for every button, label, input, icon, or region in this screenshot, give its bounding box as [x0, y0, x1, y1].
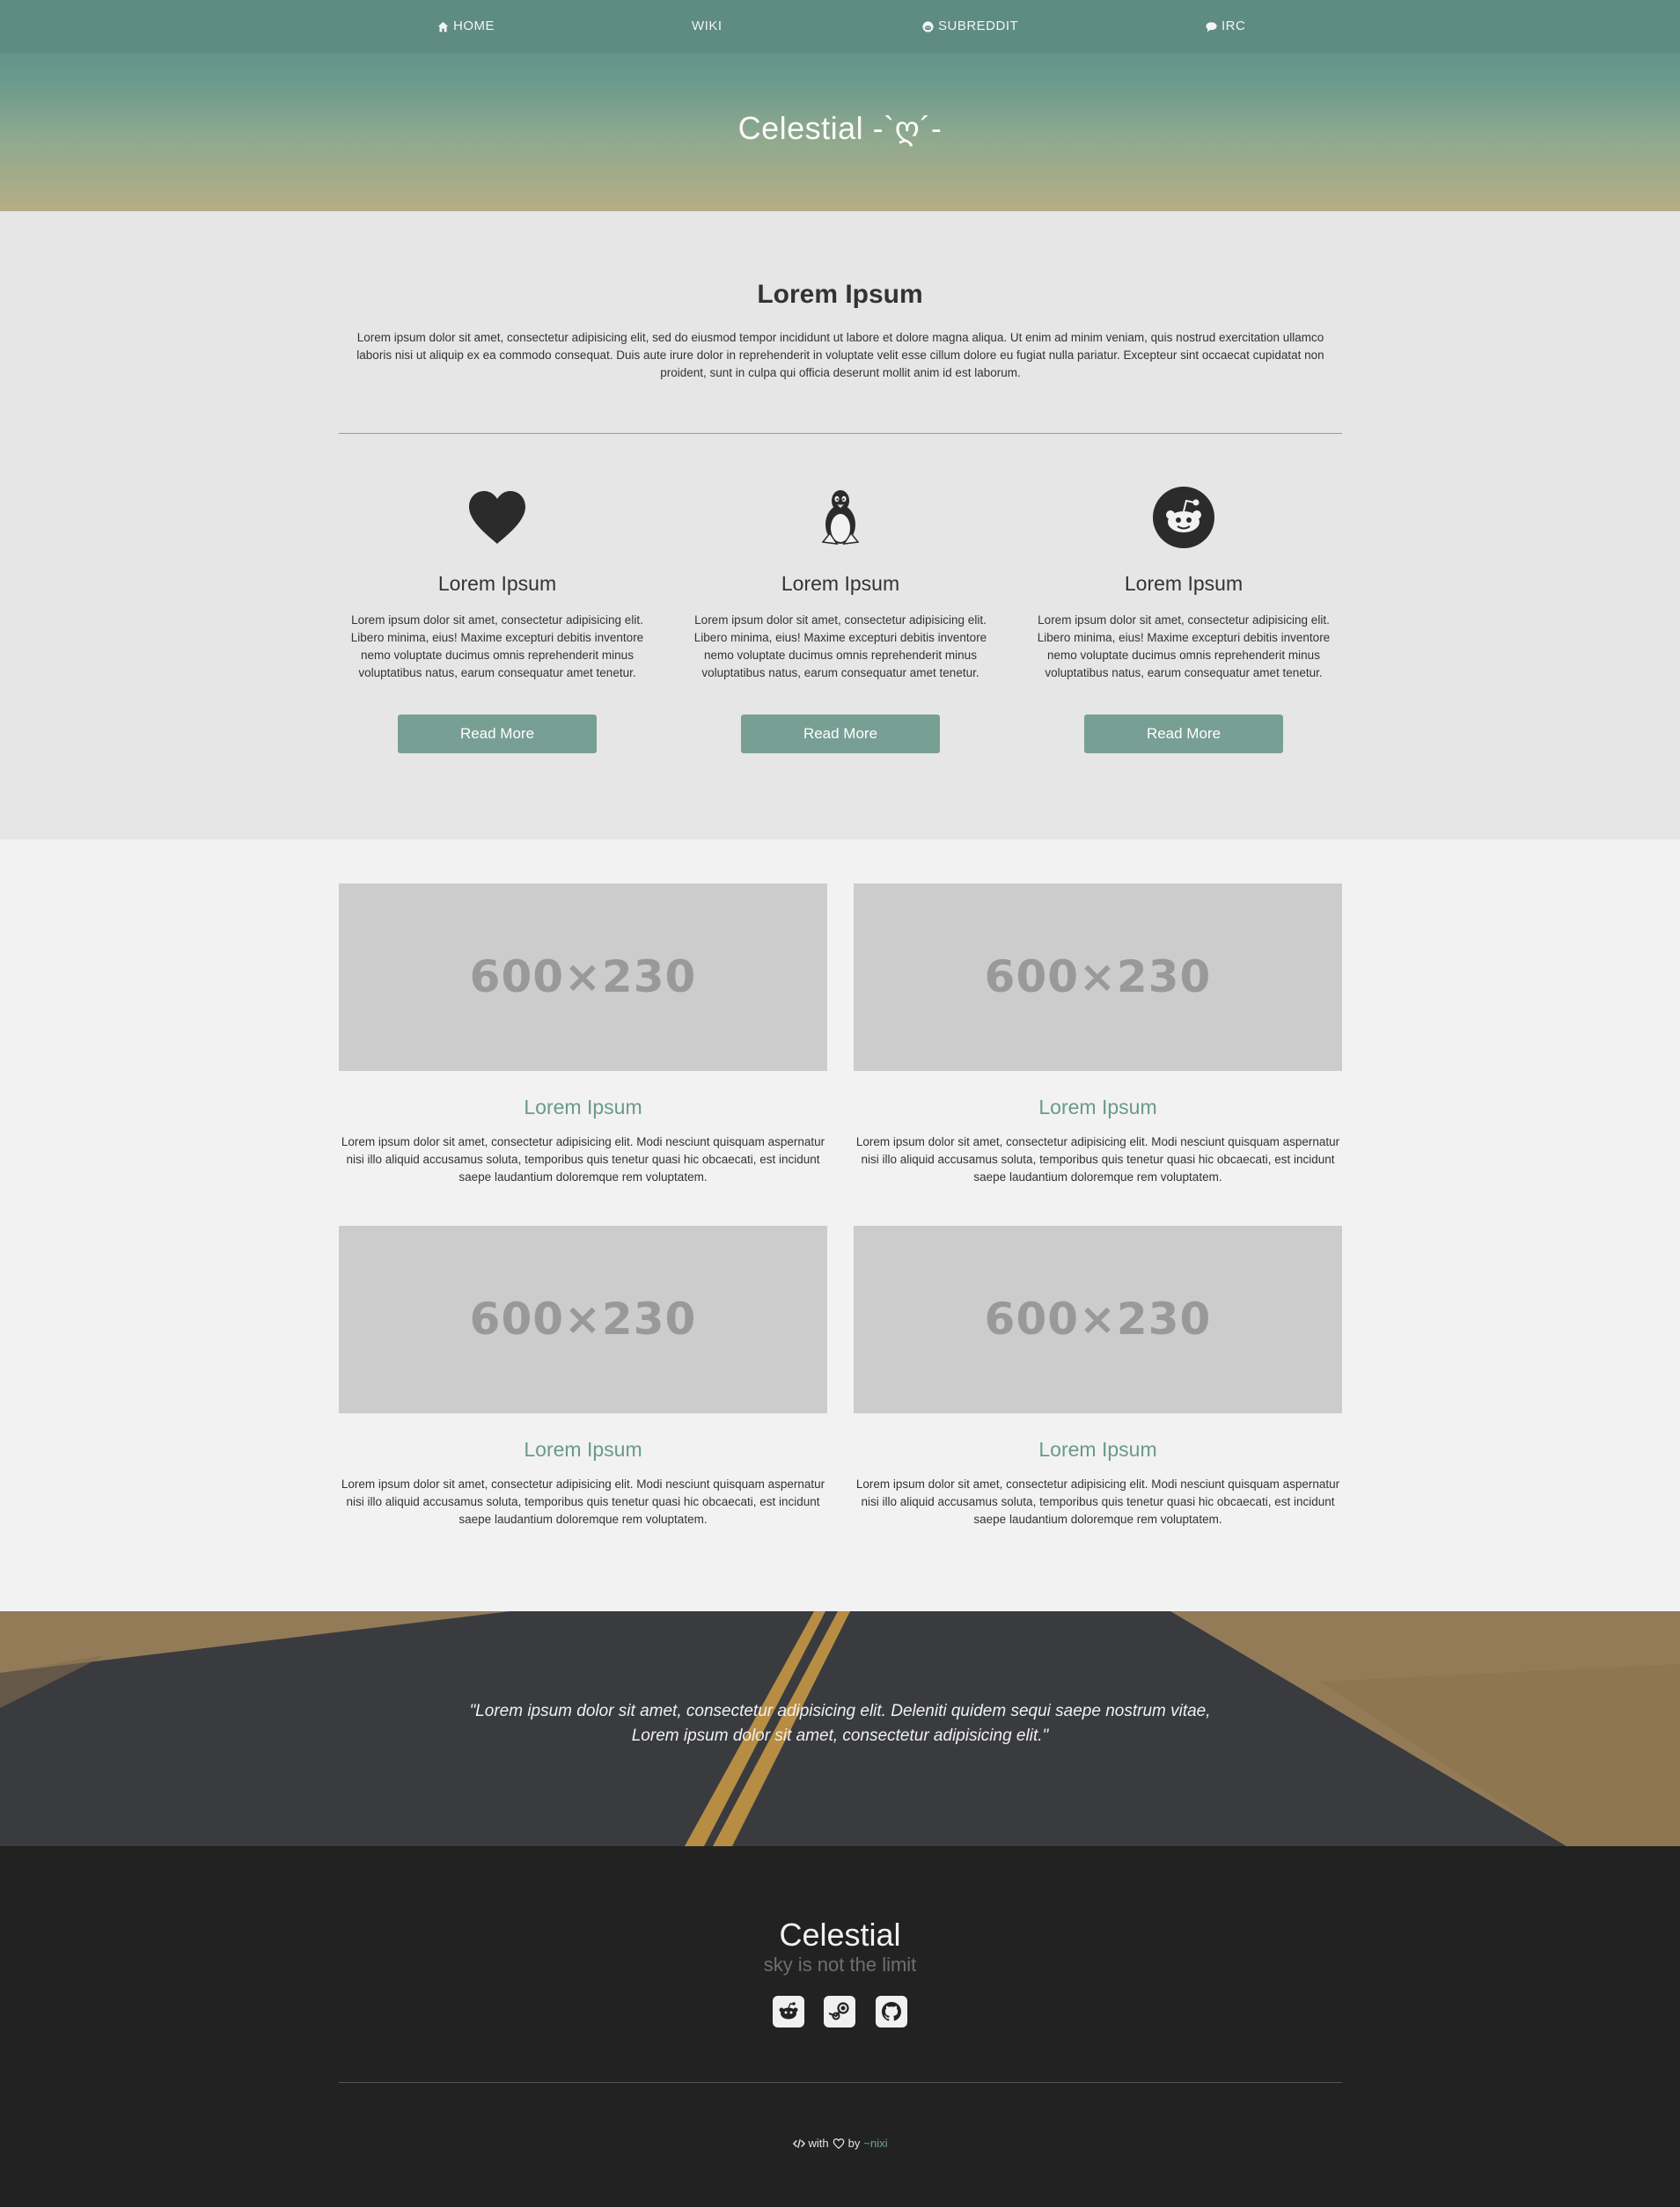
card-title[interactable]: Lorem Ipsum	[854, 1438, 1342, 1462]
feature-column: Lorem Ipsum Lorem ipsum dolor sit amet, …	[1025, 486, 1342, 753]
read-more-button[interactable]: Read More	[741, 715, 940, 753]
quote-text: "Lorem ipsum dolor sit amet, consectetur…	[0, 1699, 1680, 1749]
footer-tagline: sky is not the limit	[763, 1954, 917, 1976]
image-placeholder: 600×230	[854, 884, 1342, 1071]
quote-line: Lorem ipsum dolor sit amet, consectetur …	[631, 1727, 1049, 1745]
footer: Celestial sky is not the limit with by ~…	[0, 1846, 1680, 2207]
card-text: Lorem ipsum dolor sit amet, consectetur …	[855, 1135, 1340, 1184]
code-icon	[792, 2138, 805, 2148]
intro-title: Lorem Ipsum	[757, 280, 923, 309]
card: 600×230 Lorem Ipsum Lorem ipsum dolor si…	[854, 1226, 1342, 1529]
chat-bubble-icon	[1206, 21, 1217, 32]
feature-title: Lorem Ipsum	[437, 572, 557, 595]
card: 600×230 Lorem Ipsum Lorem ipsum dolor si…	[854, 884, 1342, 1186]
nav-wiki-label: WIKI	[692, 18, 723, 33]
nav-home-label: HOME	[453, 18, 495, 33]
reddit-icon	[922, 20, 934, 33]
image-placeholder: 600×230	[854, 1226, 1342, 1413]
reddit-icon	[779, 2002, 798, 2020]
steam-link[interactable]	[824, 1996, 855, 2027]
nav-subreddit-label: SUBREDDIT	[938, 18, 1019, 33]
read-more-button[interactable]: Read More	[1084, 715, 1283, 753]
nav-subreddit[interactable]: SUBREDDIT	[922, 0, 1018, 53]
nav-irc[interactable]: IRC	[1206, 0, 1245, 53]
home-icon	[437, 21, 449, 32]
image-placeholder: 600×230	[339, 1226, 827, 1413]
quote-line: "Lorem ipsum dolor sit amet, consectetur…	[469, 1702, 1211, 1720]
card-text: Lorem ipsum dolor sit amet, consectetur …	[341, 1135, 825, 1184]
github-link[interactable]	[876, 1996, 907, 2027]
intro-text: Lorem ipsum dolor sit amet, consectetur …	[356, 331, 1324, 379]
section-divider	[339, 433, 1342, 434]
author-link[interactable]: ~nixi	[863, 2137, 887, 2150]
card: 600×230 Lorem Ipsum Lorem ipsum dolor si…	[339, 1226, 827, 1529]
feature-title: Lorem Ipsum	[781, 572, 900, 595]
quote-section: "Lorem ipsum dolor sit amet, consectetur…	[0, 1611, 1680, 1846]
footer-title: Celestial	[779, 1917, 901, 1953]
footer-divider	[339, 2082, 1342, 2083]
card-title[interactable]: Lorem Ipsum	[339, 1096, 827, 1119]
cards-section: 600×230 Lorem Ipsum Lorem ipsum dolor si…	[0, 840, 1680, 1611]
card-text: Lorem ipsum dolor sit amet, consectetur …	[855, 1477, 1340, 1526]
feature-column: Lorem Ipsum Lorem ipsum dolor sit amet, …	[339, 486, 656, 753]
feature-text: Lorem ipsum dolor sit amet, consectetur …	[1037, 613, 1331, 679]
nav-irc-label: IRC	[1221, 18, 1246, 33]
feature-column: Lorem Ipsum Lorem ipsum dolor sit amet, …	[682, 486, 999, 753]
heart-outline-icon	[833, 2137, 844, 2149]
feature-text: Lorem ipsum dolor sit amet, consectetur …	[350, 613, 644, 679]
image-placeholder: 600×230	[339, 884, 827, 1071]
reddit-link[interactable]	[773, 1996, 804, 2027]
top-navigation: HOME WIKI SUBREDDIT IRC	[0, 0, 1680, 53]
heart-icon	[469, 491, 525, 544]
reddit-icon	[1153, 487, 1214, 548]
credit-line: with by ~nixi	[0, 2137, 1680, 2150]
nav-home[interactable]: HOME	[437, 0, 495, 53]
site-title: Celestial -`ღ´-	[737, 110, 943, 146]
feature-title: Lorem Ipsum	[1124, 572, 1243, 595]
intro-section: Lorem Ipsum Lorem ipsum dolor sit amet, …	[0, 211, 1680, 840]
card-title[interactable]: Lorem Ipsum	[339, 1438, 827, 1462]
card-title[interactable]: Lorem Ipsum	[854, 1096, 1342, 1119]
steam-icon	[828, 2002, 849, 2020]
github-icon	[882, 2002, 901, 2021]
nav-wiki[interactable]: WIKI	[692, 0, 723, 53]
card: 600×230 Lorem Ipsum Lorem ipsum dolor si…	[339, 884, 827, 1186]
credit-by: by	[847, 2137, 861, 2150]
feature-text: Lorem ipsum dolor sit amet, consectetur …	[693, 613, 987, 679]
linux-penguin-icon	[821, 490, 860, 545]
read-more-button[interactable]: Read More	[398, 715, 597, 753]
credit-with: with	[808, 2137, 829, 2150]
card-text: Lorem ipsum dolor sit amet, consectetur …	[341, 1477, 825, 1526]
